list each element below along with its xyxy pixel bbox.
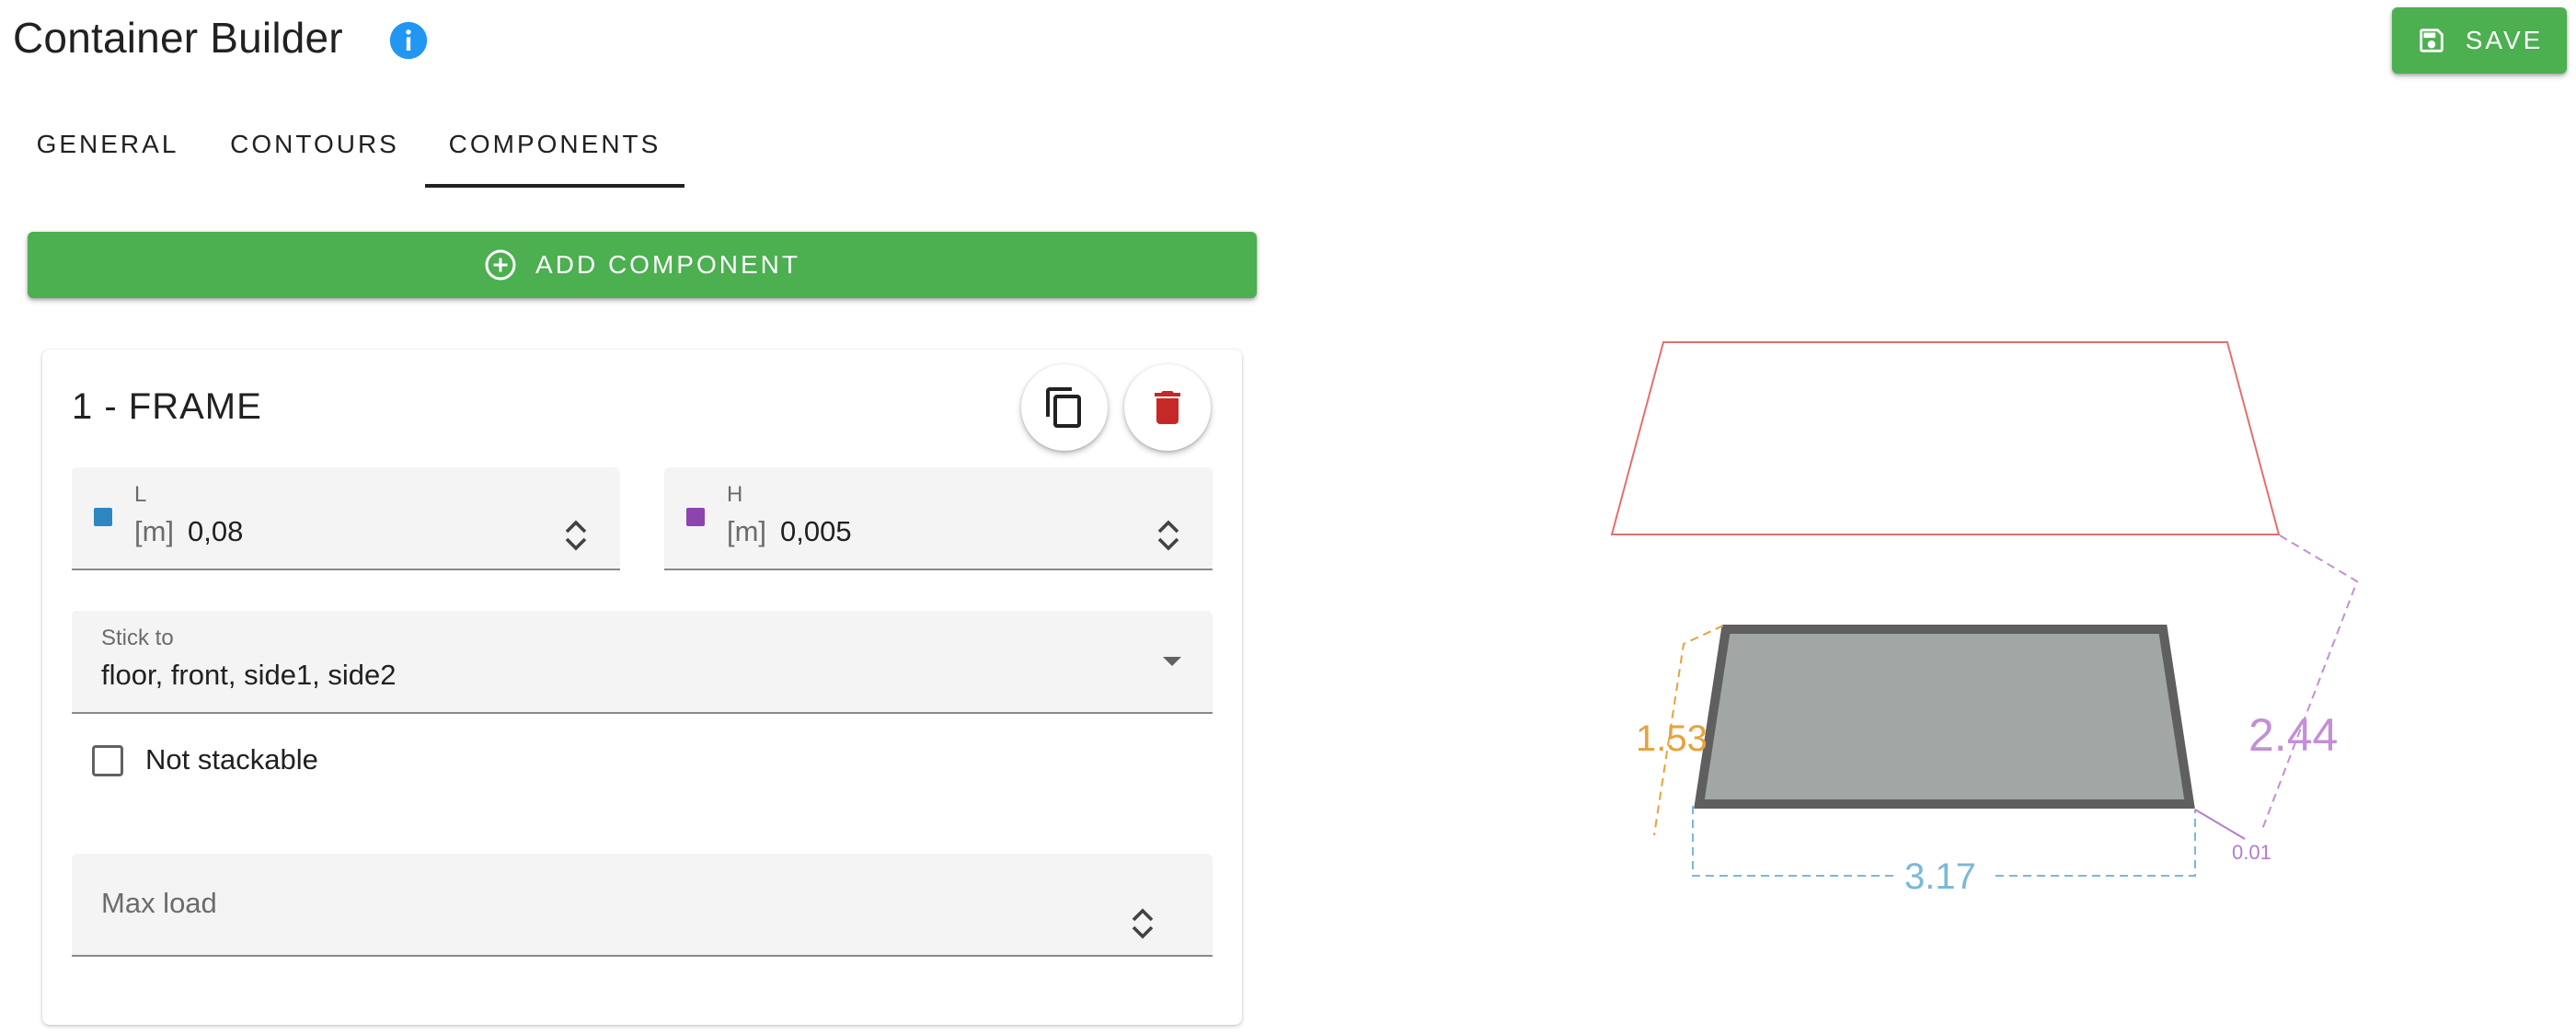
height-stepper-icon[interactable] [1156, 517, 1181, 554]
depth-dimension-line [2260, 534, 2359, 833]
save-icon [2419, 29, 2444, 52]
max-load-field[interactable]: Max load [72, 854, 1213, 957]
container-top-outline [1610, 341, 2281, 535]
component-title: 1 - FRAME [72, 386, 262, 427]
delete-button[interactable] [1124, 364, 1211, 451]
length-field[interactable]: L [m] 0,08 [72, 467, 620, 570]
add-circle-icon [485, 249, 516, 281]
copy-button[interactable] [1021, 364, 1108, 451]
thickness-dimension-line [2194, 809, 2246, 840]
stick-to-value: floor, front, side1, side2 [101, 659, 397, 691]
length-unit: [m] [134, 515, 175, 547]
not-stackable-label: Not stackable [145, 743, 318, 776]
tab-components[interactable]: COMPONENTS [425, 101, 684, 188]
add-component-label: ADD COMPONENT [535, 250, 800, 279]
container-preview: 1.53 3.17 2.44 0.01 [1610, 341, 2359, 897]
page-title: Container Builder [13, 14, 343, 62]
trash-icon [1155, 391, 1180, 424]
length-label: L [134, 482, 147, 507]
tab-bar: GENERAL CONTOURS COMPONENTS [11, 101, 684, 188]
not-stackable-checkbox[interactable] [92, 745, 123, 776]
component-card: 1 - FRAME L [m] 0,08 H [m] 0,005 Stick t… [42, 350, 1242, 1025]
thickness-dimension-label: 0.01 [2232, 841, 2271, 864]
chevron-down-icon[interactable] [1163, 657, 1181, 666]
stick-to-label: Stick to [101, 626, 174, 650]
height-dimension-label: 1.53 [1636, 718, 1708, 759]
width-dimension-label: 3.17 [1904, 856, 1976, 897]
height-field[interactable]: H [m] 0,005 [664, 467, 1213, 570]
tab-contours[interactable]: CONTOURS [204, 101, 425, 188]
save-button[interactable]: SAVE [2392, 7, 2567, 74]
add-component-button[interactable]: ADD COMPONENT [28, 232, 1257, 298]
depth-dimension-label: 2.44 [2248, 709, 2338, 761]
length-stepper-icon[interactable] [563, 517, 589, 554]
info-icon[interactable] [388, 20, 429, 61]
copy-icon [1046, 387, 1081, 428]
save-label: SAVE [2465, 26, 2544, 54]
stick-to-select[interactable]: Stick to floor, front, side1, side2 [72, 611, 1213, 714]
tab-general[interactable]: GENERAL [11, 101, 204, 188]
height-label: H [727, 482, 743, 507]
max-load-stepper-icon[interactable] [1130, 905, 1156, 942]
length-value[interactable]: 0,08 [188, 515, 243, 548]
length-color-swatch [94, 508, 112, 526]
max-load-label: Max load [101, 887, 217, 919]
height-color-swatch [686, 508, 705, 526]
frame-floor [1694, 625, 2195, 809]
height-value[interactable]: 0,005 [780, 515, 852, 548]
height-unit: [m] [727, 515, 767, 547]
